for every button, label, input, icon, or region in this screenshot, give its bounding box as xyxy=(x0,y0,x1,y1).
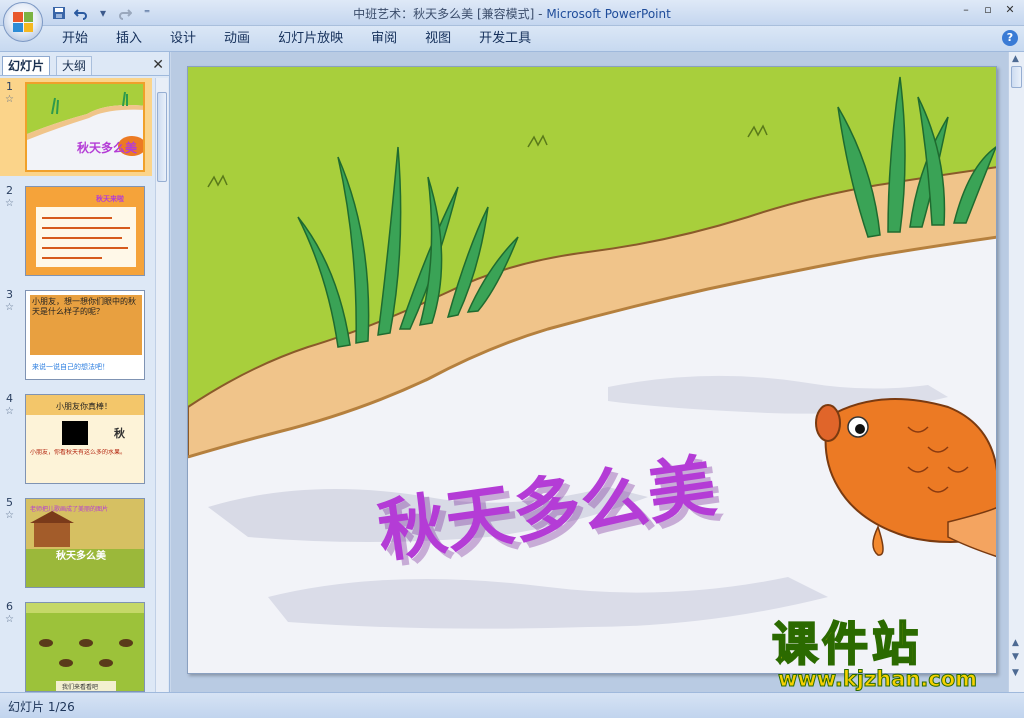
window-title: 中班艺术：秋天多么美 [兼容模式] - Microsoft PowerPoint xyxy=(0,5,1024,22)
thumbnails-scrollbar[interactable] xyxy=(155,78,168,692)
next-slide-icon[interactable]: ▼ xyxy=(1012,652,1019,662)
status-bar: 幻灯片 1/26 xyxy=(0,692,1024,718)
slide-number: 2 xyxy=(6,184,13,197)
animation-star-icon: ☆ xyxy=(5,198,14,209)
office-logo-icon xyxy=(13,12,33,32)
svg-text:秋: 秋 xyxy=(114,426,126,440)
thumb-caption: 来说一说自己的想法吧！ xyxy=(32,362,109,371)
title-separator: - xyxy=(534,7,547,21)
animation-star-icon: ☆ xyxy=(5,614,14,625)
tab-animations[interactable]: 动画 xyxy=(210,30,264,50)
animation-star-icon: ☆ xyxy=(5,302,14,313)
thumb-title: 小朋友你真棒！ xyxy=(56,401,112,411)
slide-number: 1 xyxy=(6,80,13,93)
slide-preview: 秋天多么美 xyxy=(25,82,145,172)
slide-thumbnail-6[interactable]: 6 ☆ 我们来看看吧 xyxy=(0,598,152,692)
ribbon: 开始 插入 设计 动画 幻灯片放映 审阅 视图 开发工具 ? xyxy=(0,26,1024,52)
slide-preview: 小朋友，想一想你们眼中的秋天是什么样子的呢？ 来说一说自己的想法吧！ xyxy=(25,290,145,380)
slide-preview: 小朋友你真棒！ 秋 小朋友，你看秋天有这么多的水果。 xyxy=(25,394,145,484)
pane-tabs: 幻灯片 大纲 ✕ xyxy=(0,54,170,76)
minimize-button[interactable]: – xyxy=(956,2,976,18)
slide-preview: 老师把儿歌画成了美丽的图片 秋天多么美 xyxy=(25,498,145,588)
slide-number: 4 xyxy=(6,392,13,405)
animation-star-icon: ☆ xyxy=(5,94,14,105)
tab-review[interactable]: 审阅 xyxy=(357,30,411,50)
help-icon[interactable]: ? xyxy=(1002,30,1018,46)
window-controls: – ▫ ✕ xyxy=(956,2,1020,18)
document-title: 中班艺术：秋天多么美 [兼容模式] xyxy=(353,7,535,21)
tab-slideshow[interactable]: 幻灯片放映 xyxy=(264,30,357,50)
watermark-logo: 课件站 www.kjzhan.com xyxy=(771,617,1008,692)
slide-thumbnail-2[interactable]: 2 ☆ 秋天来啦 xyxy=(0,182,152,280)
thumb-title: 小朋友，想一想你们眼中的秋天是什么样子的呢？ xyxy=(32,297,136,316)
tab-outline[interactable]: 大纲 xyxy=(56,56,93,75)
slide-thumbnails: 1 ☆ 秋天多么美 2 ☆ 秋天来啦 3 ☆ 小朋友，想一想你们眼中的秋天是什么… xyxy=(0,78,154,692)
tab-developer[interactable]: 开发工具 xyxy=(465,30,545,50)
slides-pane: 幻灯片 大纲 ✕ 1 ☆ 秋天多么美 2 ☆ 秋天来啦 3 ☆ 小朋友，想一想你… xyxy=(0,52,170,692)
thumb-title: 秋天来啦 xyxy=(96,194,124,203)
thumb-caption: 我们来看看吧 xyxy=(62,683,98,691)
ribbon-tabs: 开始 插入 设计 动画 幻灯片放映 审阅 视图 开发工具 xyxy=(48,30,545,50)
slide-preview: 我们来看看吧 xyxy=(25,602,145,692)
scrollbar-thumb[interactable] xyxy=(1011,66,1022,88)
thumb-title: 秋天多么美 xyxy=(77,140,138,155)
slide-thumbnail-5[interactable]: 5 ☆ 老师把儿歌画成了美丽的图片 秋天多么美 xyxy=(0,494,152,592)
thumb-title: 老师把儿歌画成了美丽的图片 xyxy=(30,505,108,513)
tab-home[interactable]: 开始 xyxy=(48,30,102,50)
tab-view[interactable]: 视图 xyxy=(411,30,465,50)
slide-counter: 幻灯片 1/26 xyxy=(8,700,75,714)
scrollbar-thumb[interactable] xyxy=(157,92,167,182)
current-slide[interactable]: 秋天多么美 秋天多么美 xyxy=(187,66,997,674)
slide-thumbnail-3[interactable]: 3 ☆ 小朋友，想一想你们眼中的秋天是什么样子的呢？ 来说一说自己的想法吧！ xyxy=(0,286,152,384)
watermark-url: www.kjzhan.com xyxy=(778,667,978,691)
tab-design[interactable]: 设计 xyxy=(156,30,210,50)
scroll-down-icon[interactable]: ▼ xyxy=(1012,668,1019,678)
title-bar: ▾ ⁼ 中班艺术：秋天多么美 [兼容模式] - Microsoft PowerP… xyxy=(0,0,1024,42)
slide-thumbnail-4[interactable]: 4 ☆ 小朋友你真棒！ 秋 小朋友，你看秋天有这么多的水果。 xyxy=(0,390,152,488)
thumb-body: 小朋友，你看秋天有这么多的水果。 xyxy=(30,449,127,456)
restore-button[interactable]: ▫ xyxy=(978,2,998,18)
app-name: Microsoft PowerPoint xyxy=(546,7,671,21)
animation-star-icon: ☆ xyxy=(5,510,14,521)
scroll-up-icon[interactable]: ▲ xyxy=(1012,54,1019,64)
close-icon[interactable]: ✕ xyxy=(152,57,164,73)
slide-number: 5 xyxy=(6,496,13,509)
watermark-main: 课件站 xyxy=(771,617,922,671)
animation-star-icon: ☆ xyxy=(5,406,14,417)
tab-insert[interactable]: 插入 xyxy=(102,30,156,50)
thumb-caption: 秋天多么美 xyxy=(56,549,107,562)
slide-thumbnail-1[interactable]: 1 ☆ 秋天多么美 xyxy=(0,78,152,176)
slide-number: 6 xyxy=(6,600,13,613)
close-button[interactable]: ✕ xyxy=(1000,2,1020,18)
editor-scrollbar[interactable]: ▲ ▲ ▼ ▼ xyxy=(1008,52,1024,692)
previous-slide-icon[interactable]: ▲ xyxy=(1012,638,1019,648)
tab-slides[interactable]: 幻灯片 xyxy=(2,56,51,75)
slide-number: 3 xyxy=(6,288,13,301)
slide-preview: 秋天来啦 xyxy=(25,186,145,276)
office-button[interactable] xyxy=(3,2,43,42)
slide-editor: 秋天多么美 秋天多么美 ▲ ▲ ▼ ▼ xyxy=(171,52,1024,692)
